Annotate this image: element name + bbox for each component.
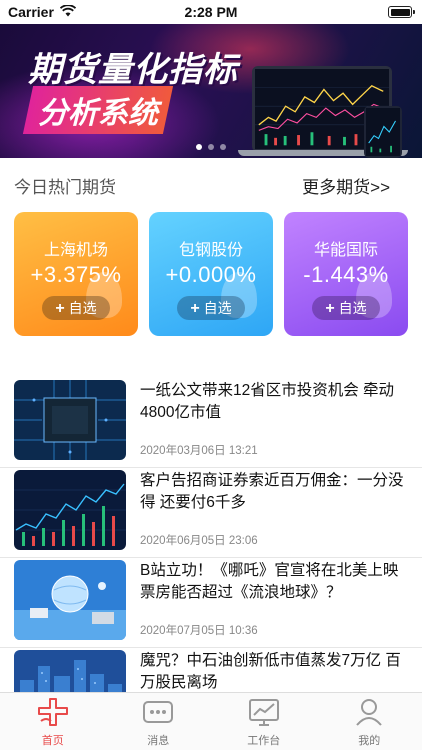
news-list: 一纸公文带来12省区市投资机会 牵动4800亿市值 2020年03月06日 13… [0, 378, 422, 738]
news-title: 客户告招商证券索近百万佣金：一分没得 还要付6千多 [140, 472, 404, 511]
plus-icon: + [325, 300, 335, 317]
hot-futures-cards: 上海机场 +3.375% + 自选 包钢股份 +0.000% + 自选 华能国际 -… [14, 212, 408, 336]
tab-profile[interactable]: 我的 [317, 693, 422, 750]
carousel-dot[interactable] [208, 144, 214, 150]
workbench-icon [247, 697, 281, 727]
add-watchlist-button[interactable]: + 自选 [42, 296, 110, 320]
future-name: 包钢股份 [178, 242, 243, 259]
hot-futures-header: 今日热门期货 更多期货>> [14, 172, 390, 198]
tab-label: 我的 [358, 735, 381, 747]
future-change: +3.375% [30, 262, 122, 287]
future-name: 华能国际 [313, 242, 378, 259]
future-card[interactable]: 包钢股份 +0.000% + 自选 [149, 212, 273, 336]
add-watchlist-label: 自选 [203, 300, 232, 316]
profile-icon [352, 697, 386, 727]
stock-chart-image [14, 470, 126, 550]
future-name: 上海机场 [43, 242, 108, 259]
news-item[interactable]: 客户告招商证券索近百万佣金：一分没得 还要付6千多 2020年06月05日 23… [0, 468, 422, 558]
add-watchlist-button[interactable]: + 自选 [177, 296, 245, 320]
plus-icon: + [190, 300, 200, 317]
future-card[interactable]: 上海机场 +3.375% + 自选 [14, 212, 138, 336]
section-title: 今日热门期货 [14, 177, 116, 197]
carousel-indicator[interactable] [0, 144, 422, 150]
status-bar: Carrier 2:28 PM [0, 0, 422, 24]
future-change: -1.443% [303, 262, 389, 287]
news-title: 一纸公文带来12省区市投资机会 牵动4800亿市值 [140, 382, 395, 421]
news-title: B站立功！《哪吒》官宣将在北美上映 票房能否超过《流浪地球》？ [140, 562, 399, 601]
phone-image [364, 106, 402, 158]
battery-icon [388, 6, 415, 18]
add-watchlist-label: 自选 [68, 300, 97, 316]
add-watchlist-button[interactable]: + 自选 [312, 296, 380, 320]
tab-workbench[interactable]: 工作台 [211, 693, 317, 750]
plus-icon: + [55, 300, 65, 317]
banner-title: 期货量化指标 [28, 50, 238, 90]
tab-messages[interactable]: 消息 [106, 693, 212, 750]
clock: 2:28 PM [184, 4, 238, 20]
news-item[interactable]: B站立功！《哪吒》官宣将在北美上映 票房能否超过《流浪地球》？ 2020年07月… [0, 558, 422, 648]
tab-label: 工作台 [247, 735, 281, 747]
news-title: 魔咒？中石油创新低市值蒸发7万亿 百万股民离场 [140, 652, 401, 691]
message-icon [141, 697, 175, 727]
news-date: 2020年06月05日 23:06 [140, 535, 258, 547]
add-watchlist-label: 自选 [338, 300, 367, 316]
tab-home[interactable]: 首页 [0, 693, 106, 750]
carousel-dot[interactable] [220, 144, 226, 150]
globe-image [14, 560, 126, 640]
tab-label: 消息 [147, 735, 170, 747]
more-futures-link[interactable]: 更多期货>> [302, 173, 390, 198]
banner-subtitle: 分析系统 [22, 86, 174, 134]
future-card[interactable]: 华能国际 -1.443% + 自选 [284, 212, 408, 336]
tab-label: 首页 [41, 735, 64, 747]
news-date: 2020年07月05日 10:36 [140, 625, 258, 637]
tab-bar: 首页 消息 工作台 我的 [0, 692, 422, 750]
home-icon [36, 697, 70, 727]
news-item[interactable]: 一纸公文带来12省区市投资机会 牵动4800亿市值 2020年03月06日 13… [0, 378, 422, 468]
news-date: 2020年03月06日 13:21 [140, 445, 258, 457]
chip-image [14, 380, 126, 460]
carousel-dot[interactable] [196, 144, 202, 150]
future-change: +0.000% [165, 262, 257, 287]
banner-carousel[interactable]: 期货量化指标 分析系统 [0, 24, 422, 158]
